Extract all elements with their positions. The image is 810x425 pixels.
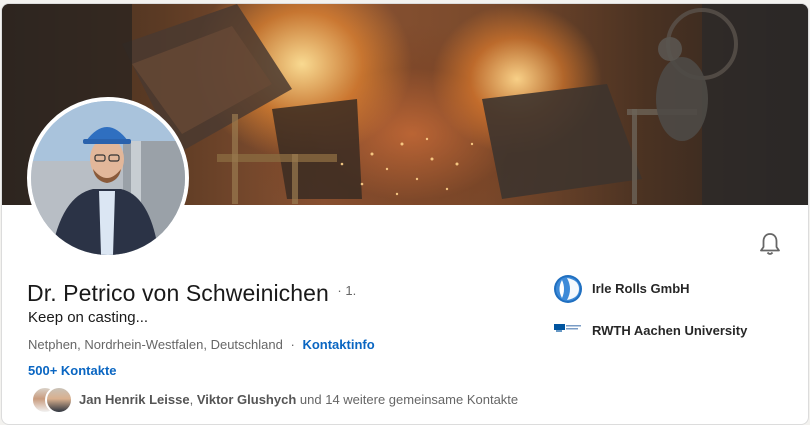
connections-link[interactable]: 500+ Kontakte — [28, 363, 117, 378]
profile-location-row: Netphen, Nordrhein-Westfalen, Deutschlan… — [28, 337, 375, 352]
mutual-rest: und 14 weitere gemeinsame Kontakte — [299, 392, 519, 407]
bell-icon[interactable] — [759, 232, 781, 256]
connection-degree: · 1. — [337, 283, 357, 298]
profile-name-row: Dr. Petrico von Schweinichen · 1. — [27, 280, 356, 307]
mutual-avatars — [31, 385, 75, 415]
contact-info-link[interactable]: Kontaktinfo — [302, 337, 374, 352]
profile-location: Netphen, Nordrhein-Westfalen, Deutschlan… — [28, 337, 283, 352]
company-name: RWTH Aachen University — [592, 323, 748, 338]
profile-avatar[interactable] — [27, 97, 189, 259]
mutual-name-2[interactable]: Viktor Glushych — [197, 392, 296, 407]
profile-card: Dr. Petrico von Schweinichen · 1. Keep o… — [1, 3, 809, 425]
company-name: Irle Rolls GmbH — [592, 281, 690, 296]
profile-headline: Keep on casting... — [28, 309, 149, 326]
mutual-separator: , — [189, 392, 194, 407]
irle-rolls-logo — [553, 274, 583, 304]
mutual-name-1[interactable]: Jan Henrik Leisse — [79, 392, 190, 407]
location-separator: · — [290, 337, 295, 352]
avatar — [45, 386, 73, 414]
rwth-logo — [553, 316, 583, 346]
mutual-connections-text: Jan Henrik Leisse, Viktor Glushych und 1… — [79, 392, 518, 407]
profile-name: Dr. Petrico von Schweinichen — [27, 280, 329, 306]
